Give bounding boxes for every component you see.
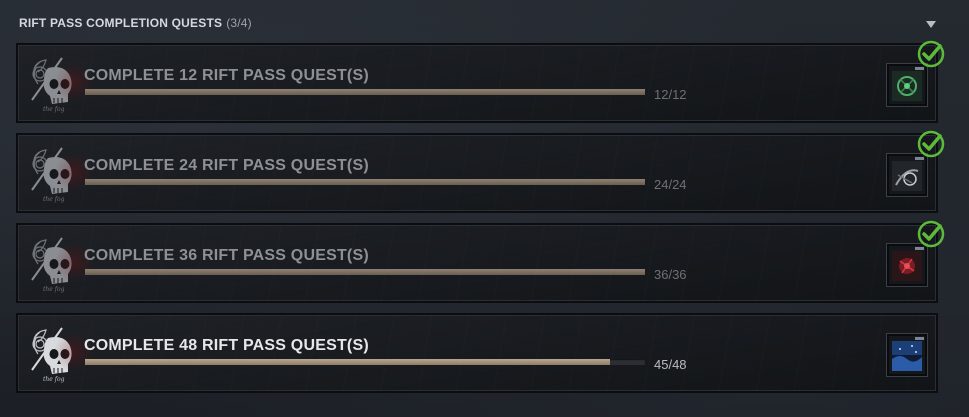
quest-title: COMPLETE 24 RIFT PASS QUEST(S) [84, 157, 369, 174]
progress-text: 36/36 [654, 267, 687, 282]
svg-text:the fog: the fog [43, 376, 65, 383]
progress-bar [85, 359, 645, 365]
progress-text: 45/48 [654, 357, 687, 372]
checkmark-icon [916, 219, 946, 249]
progress-bar [85, 89, 645, 95]
svg-text:the fog: the fog [43, 286, 65, 293]
quests-panel: RIFT PASS COMPLETION QUESTS (3/4) the fo… [0, 0, 969, 417]
skull-emblem-icon: the fog [26, 234, 94, 294]
reward-grey-charm-icon[interactable] [887, 154, 927, 196]
progress-fill [85, 359, 610, 365]
quest-title: COMPLETE 12 RIFT PASS QUEST(S) [84, 67, 369, 84]
progress-bar [85, 179, 645, 185]
checkmark-icon [916, 129, 946, 159]
skull-emblem-icon: the fog [26, 54, 94, 114]
section-count: (3/4) [226, 16, 252, 30]
progress-text: 12/12 [654, 87, 687, 102]
quest-title: COMPLETE 36 RIFT PASS QUEST(S) [84, 247, 369, 264]
progress-fill [85, 269, 645, 275]
progress-text: 24/24 [654, 177, 687, 192]
section-title: RIFT PASS COMPLETION QUESTS [19, 16, 223, 30]
progress-fill [85, 179, 645, 185]
progress-fill [85, 89, 645, 95]
reward-red-charm-icon[interactable] [887, 244, 927, 286]
svg-text:the fog: the fog [43, 106, 65, 113]
quest-row: the fog COMPLETE 48 RIFT PASS QUEST(S) 4… [16, 313, 938, 393]
reward-blue-banner-icon[interactable] [887, 334, 927, 376]
section-header: RIFT PASS COMPLETION QUESTS (3/4) [19, 14, 252, 32]
quest-row: the fog COMPLETE 24 RIFT PASS QUEST(S) 2… [16, 130, 945, 213]
reward-green-charm-icon[interactable] [887, 64, 927, 106]
quest-row: the fog COMPLETE 36 RIFT PASS QUEST(S) 3… [16, 220, 945, 303]
quest-row: the fog COMPLETE 12 RIFT PASS QUEST(S) 1… [16, 40, 945, 123]
quest-title: COMPLETE 48 RIFT PASS QUEST(S) [84, 337, 369, 354]
triangle-down-icon[interactable] [925, 17, 937, 28]
skull-emblem-icon: the fog [26, 144, 94, 204]
skull-emblem-icon: the fog [26, 324, 94, 384]
progress-bar [85, 269, 645, 275]
svg-text:the fog: the fog [43, 196, 65, 203]
checkmark-icon [916, 39, 946, 69]
